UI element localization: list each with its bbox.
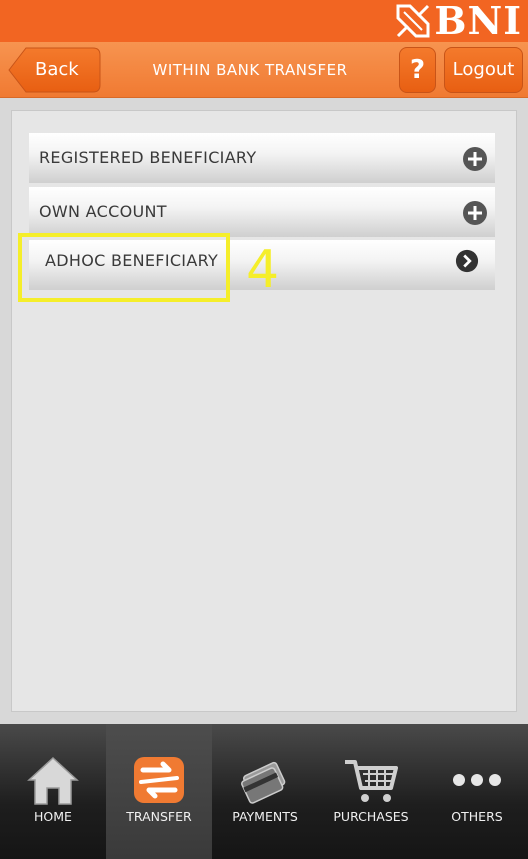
plus-circle-icon xyxy=(463,201,487,225)
tab-label: OTHERS xyxy=(451,809,503,824)
page-title: WITHIN BANK TRANSFER xyxy=(152,61,348,79)
menu-item-label: REGISTERED BENEFICIARY xyxy=(39,148,257,167)
tab-payments[interactable]: PAYMENTS xyxy=(212,724,318,859)
bni-logo-mark-icon xyxy=(396,4,430,38)
back-button[interactable]: Back xyxy=(8,47,101,93)
tab-purchases[interactable]: PURCHASES xyxy=(318,724,424,859)
more-icon xyxy=(453,774,501,786)
chevron-right-circle-icon xyxy=(455,249,479,273)
step-number: 4 xyxy=(246,240,280,300)
tab-label: TRANSFER xyxy=(126,809,192,824)
tab-home[interactable]: HOME xyxy=(0,724,106,859)
back-button-label: Back xyxy=(35,59,79,80)
cart-icon xyxy=(345,760,398,802)
transfer-icon xyxy=(134,757,184,803)
menu-item-own-account[interactable]: OWN ACCOUNT xyxy=(29,187,495,237)
logout-button[interactable]: Logout xyxy=(444,47,523,93)
tab-label: HOME xyxy=(34,809,72,824)
help-button[interactable]: ? xyxy=(399,47,436,93)
tab-transfer[interactable]: TRANSFER xyxy=(106,724,212,859)
menu-item-label: OWN ACCOUNT xyxy=(39,202,167,221)
brand-bar: BNI xyxy=(0,0,528,42)
tab-label: PAYMENTS xyxy=(232,809,298,824)
tab-bar: HOME TRANSFER PAYMENTS PURCHASES OTHERS xyxy=(0,724,528,859)
menu-item-registered-beneficiary[interactable]: REGISTERED BENEFICIARY xyxy=(29,133,495,183)
tab-others[interactable]: OTHERS xyxy=(424,724,528,859)
home-icon xyxy=(27,756,79,805)
brand-name: BNI xyxy=(434,0,522,43)
tab-label: PURCHASES xyxy=(333,809,409,824)
bni-logo: BNI xyxy=(396,2,522,40)
highlight-box xyxy=(18,233,230,302)
plus-circle-icon xyxy=(463,147,487,171)
nav-bar: Back WITHIN BANK TRANSFER ? Logout xyxy=(0,42,528,98)
payments-icon xyxy=(241,761,286,804)
